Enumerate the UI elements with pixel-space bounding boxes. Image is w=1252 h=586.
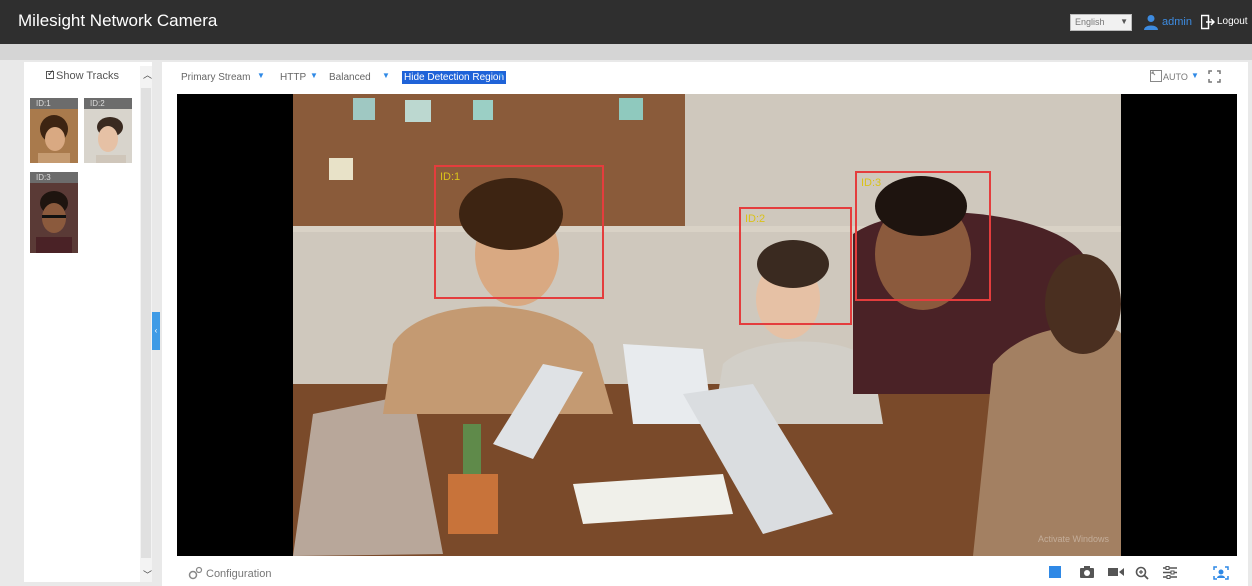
- configuration-link[interactable]: Configuration: [206, 568, 271, 580]
- detection-label: ID:1: [440, 171, 461, 183]
- record-icon[interactable]: [1108, 566, 1124, 578]
- chevron-down-icon[interactable]: ▼: [1191, 71, 1199, 80]
- hide-detection-region-label: Hide Detection Region: [402, 71, 507, 84]
- app-title: Milesight Network Camera: [18, 11, 218, 30]
- aspect-ratio-icon[interactable]: [1150, 70, 1162, 82]
- track-thumbnail[interactable]: ID:1: [30, 98, 78, 168]
- detection-box: ID:1: [434, 165, 604, 299]
- snapshot-icon[interactable]: [1080, 566, 1094, 578]
- fullscreen-icon[interactable]: [1208, 70, 1221, 83]
- zoom-select[interactable]: AUTO: [1163, 72, 1188, 82]
- stop-icon[interactable]: [1049, 566, 1061, 578]
- protocol-select[interactable]: HTTP: [280, 72, 306, 83]
- live-video[interactable]: ID:1 ID:2 ID:3 Activate Windows: [177, 94, 1237, 556]
- chevron-down-icon[interactable]: ▼: [382, 71, 390, 80]
- track-thumbnail[interactable]: ID:3: [30, 172, 78, 258]
- chevron-down-icon[interactable]: ▼: [257, 71, 265, 80]
- face-thumbnail: [30, 109, 78, 163]
- gear-icon[interactable]: [188, 566, 204, 580]
- scrollbar-thumb[interactable]: [141, 88, 151, 558]
- language-value: English: [1075, 17, 1105, 27]
- stream-select[interactable]: Primary Stream: [181, 72, 250, 83]
- track-thumbnail[interactable]: ID:2: [84, 98, 132, 168]
- user-link[interactable]: admin: [1162, 16, 1192, 28]
- watermark-text: Activate Windows: [1037, 534, 1109, 544]
- face-detection-icon[interactable]: [1213, 566, 1229, 580]
- logout-icon[interactable]: [1201, 14, 1215, 30]
- chevron-down-icon[interactable]: ﹀: [143, 568, 152, 581]
- language-select[interactable]: English ▼: [1070, 14, 1132, 31]
- camera-scene: [293, 94, 1121, 556]
- track-id-label: ID:3: [30, 172, 78, 183]
- chevron-down-icon: ▼: [1120, 17, 1128, 26]
- show-tracks-checkbox[interactable]: Show Tracks: [46, 68, 119, 82]
- zoom-icon[interactable]: [1135, 566, 1149, 580]
- face-thumbnail: [30, 183, 78, 253]
- chevron-down-icon[interactable]: ▼: [497, 71, 505, 80]
- user-icon: [1144, 15, 1158, 30]
- collapse-panel-button[interactable]: ‹: [152, 312, 160, 350]
- header-separator: [0, 44, 1252, 60]
- track-id-label: ID:1: [30, 98, 78, 109]
- chevron-up-icon[interactable]: ︿: [143, 68, 152, 81]
- logout-link[interactable]: Logout: [1217, 16, 1248, 27]
- chevron-down-icon[interactable]: ▼: [310, 71, 318, 80]
- mode-select[interactable]: Balanced: [329, 72, 371, 83]
- detection-label: ID:3: [861, 177, 882, 189]
- face-thumbnail: [84, 109, 132, 163]
- detection-label: ID:2: [745, 213, 766, 225]
- settings-sliders-icon[interactable]: [1163, 566, 1177, 579]
- checkbox-icon[interactable]: [46, 68, 55, 79]
- show-tracks-label: Show Tracks: [56, 70, 119, 82]
- detection-box: ID:3: [855, 171, 991, 301]
- region-select[interactable]: Hide Detection Region: [402, 71, 507, 84]
- track-id-label: ID:2: [84, 98, 132, 109]
- detection-box: ID:2: [739, 207, 852, 325]
